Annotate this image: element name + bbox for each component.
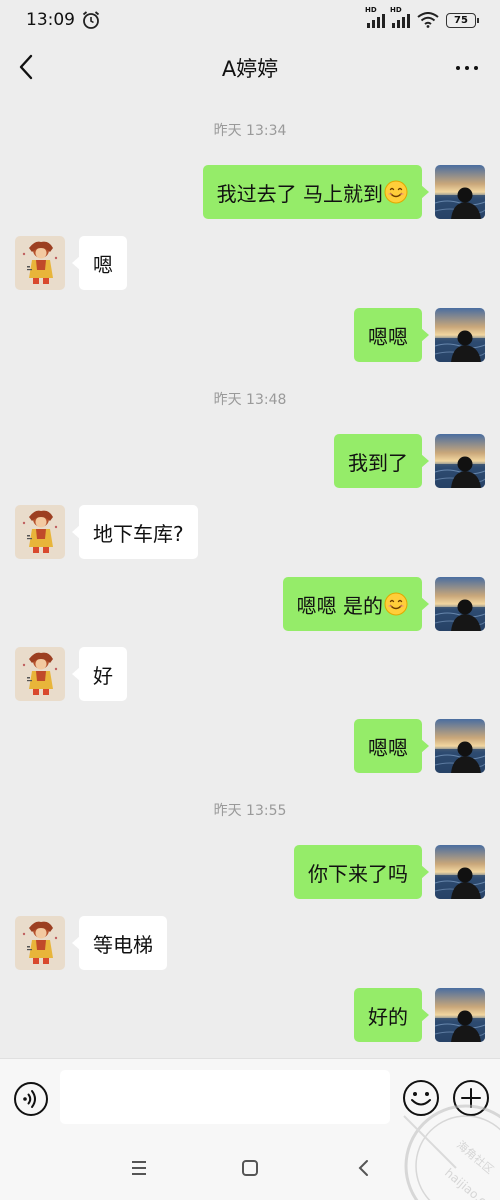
back-icon[interactable] <box>352 1156 376 1180</box>
message-bubble-outgoing[interactable]: 嗯嗯 <box>354 308 429 362</box>
signal-icon: HD <box>390 6 410 28</box>
smile-emoji-icon <box>384 592 408 616</box>
my-avatar[interactable] <box>435 308 485 362</box>
message-text: 我过去了 马上就到 <box>216 181 383 206</box>
voice-icon[interactable] <box>13 1081 49 1117</box>
message-text: 嗯 <box>93 252 113 277</box>
signal-icon: HD <box>365 6 385 28</box>
message-bubble-outgoing[interactable]: 我过去了 马上就到 <box>202 165 430 219</box>
message-text: 嗯嗯 <box>368 735 408 760</box>
message-text: 好的 <box>368 1004 408 1029</box>
message-text: 地下车库? <box>93 521 184 546</box>
contact-avatar[interactable] <box>15 647 65 701</box>
message-bubble-outgoing[interactable]: 嗯嗯 <box>354 719 429 773</box>
message-text: 你下来了吗 <box>308 861 408 886</box>
message-text: 等电梯 <box>93 932 153 957</box>
my-avatar[interactable] <box>435 988 485 1042</box>
my-avatar[interactable] <box>435 165 485 219</box>
watermark-text: 海角社区 <box>454 1138 497 1177</box>
chat-title: A婷婷 <box>221 57 279 81</box>
message-text: 我到了 <box>348 450 408 475</box>
chat-header: A婷婷 <box>0 40 500 96</box>
message-text: 嗯嗯 是的 <box>296 593 383 618</box>
smile-emoji-icon <box>384 180 408 204</box>
message-text: 好 <box>93 663 113 688</box>
status-time: 13:09 <box>26 10 75 30</box>
watermark-logo: haijiao.com 海角社区 <box>403 1104 500 1200</box>
alarm-icon <box>82 11 100 29</box>
timestamp: 昨天 13:48 <box>213 392 287 408</box>
contact-avatar[interactable] <box>15 916 65 970</box>
more-dots-icon[interactable] <box>456 66 478 70</box>
message-bubble-outgoing[interactable]: 我到了 <box>334 434 429 488</box>
contact-avatar[interactable] <box>15 236 65 290</box>
contact-avatar[interactable] <box>15 505 65 559</box>
message-bubble-incoming[interactable]: 地下车库? <box>72 505 198 559</box>
wifi-icon <box>417 12 439 28</box>
my-avatar[interactable] <box>435 577 485 631</box>
message-bubble-incoming[interactable]: 等电梯 <box>72 916 167 970</box>
menu-icon[interactable] <box>127 1156 151 1180</box>
battery-icon: 75 <box>446 12 479 28</box>
message-text: 嗯嗯 <box>368 324 408 349</box>
message-bubble-outgoing[interactable]: 你下来了吗 <box>294 845 429 899</box>
home-icon[interactable] <box>238 1156 262 1180</box>
status-bar: 13:09 HD HD 75 <box>0 0 500 40</box>
timestamp: 昨天 13:55 <box>213 803 287 819</box>
message-input[interactable] <box>60 1070 390 1124</box>
my-avatar[interactable] <box>435 845 485 899</box>
message-bubble-incoming[interactable]: 嗯 <box>72 236 127 290</box>
chevron-left-icon[interactable] <box>14 52 40 82</box>
my-avatar[interactable] <box>435 719 485 773</box>
message-bubble-outgoing[interactable]: 嗯嗯 是的 <box>282 577 430 631</box>
timestamp: 昨天 13:34 <box>213 123 287 139</box>
message-bubble-incoming[interactable]: 好 <box>72 647 127 701</box>
message-bubble-outgoing[interactable]: 好的 <box>354 988 429 1042</box>
my-avatar[interactable] <box>435 434 485 488</box>
